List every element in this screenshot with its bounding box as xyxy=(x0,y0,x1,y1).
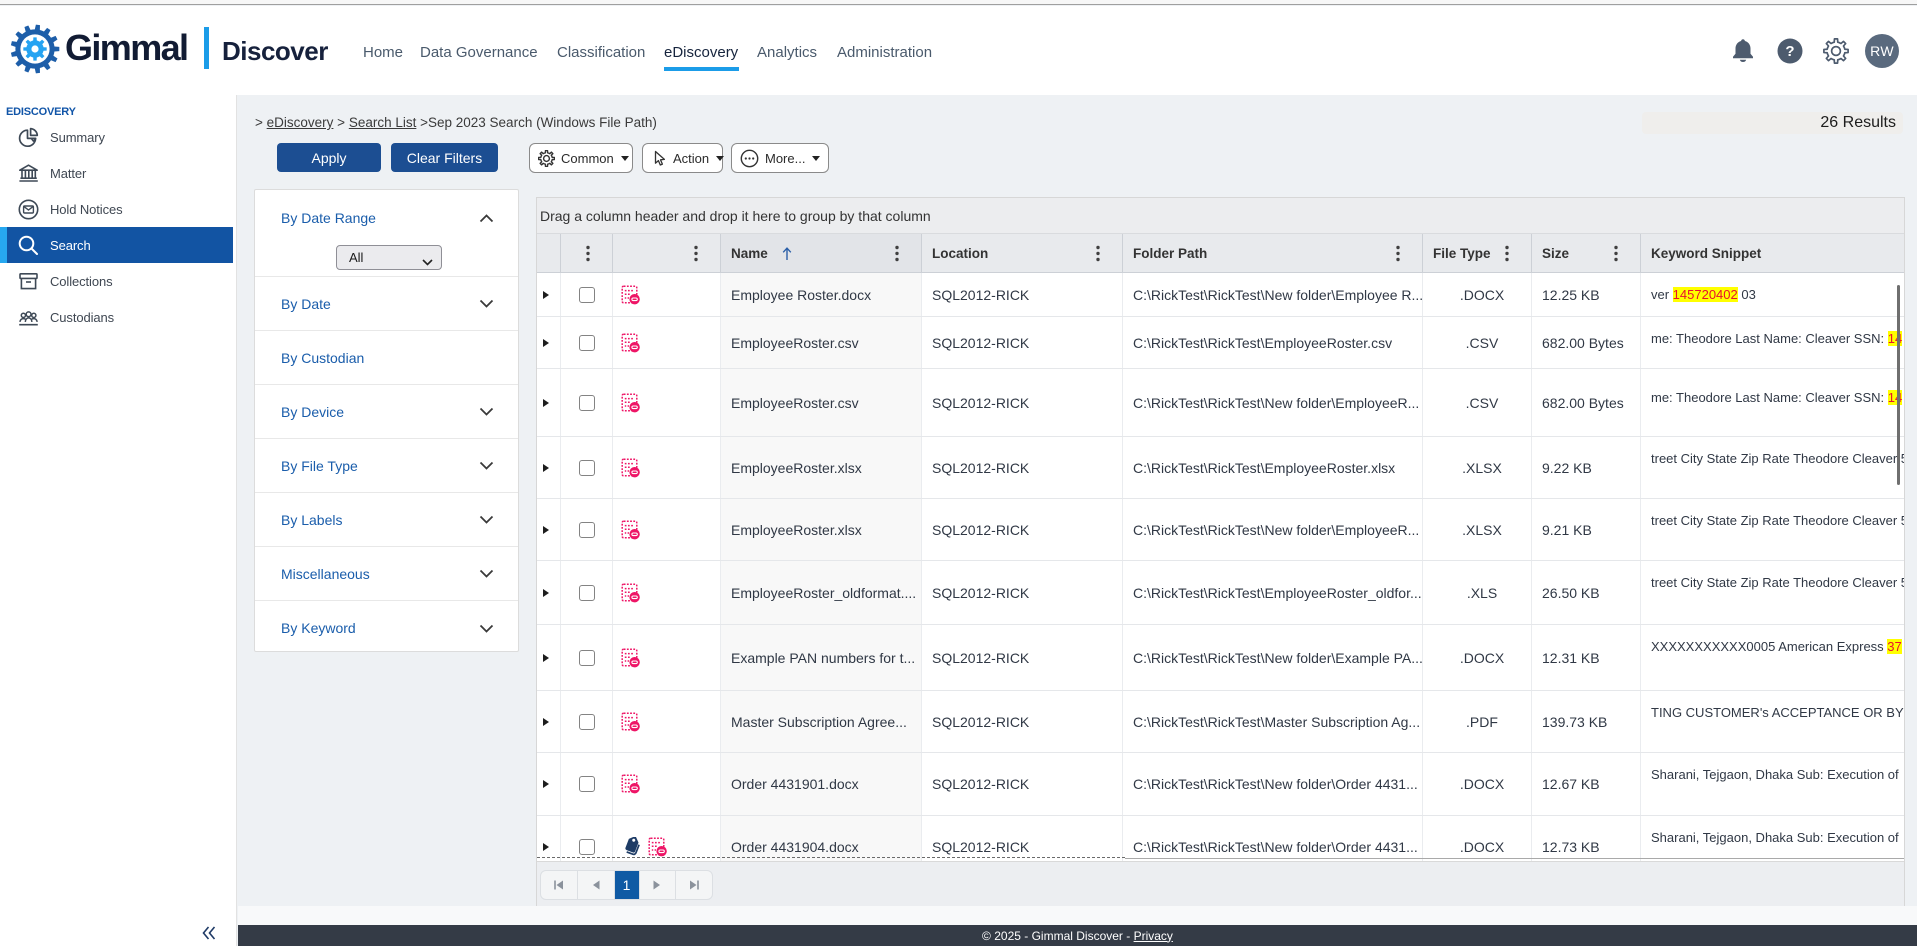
svg-text:?: ? xyxy=(1785,43,1794,60)
